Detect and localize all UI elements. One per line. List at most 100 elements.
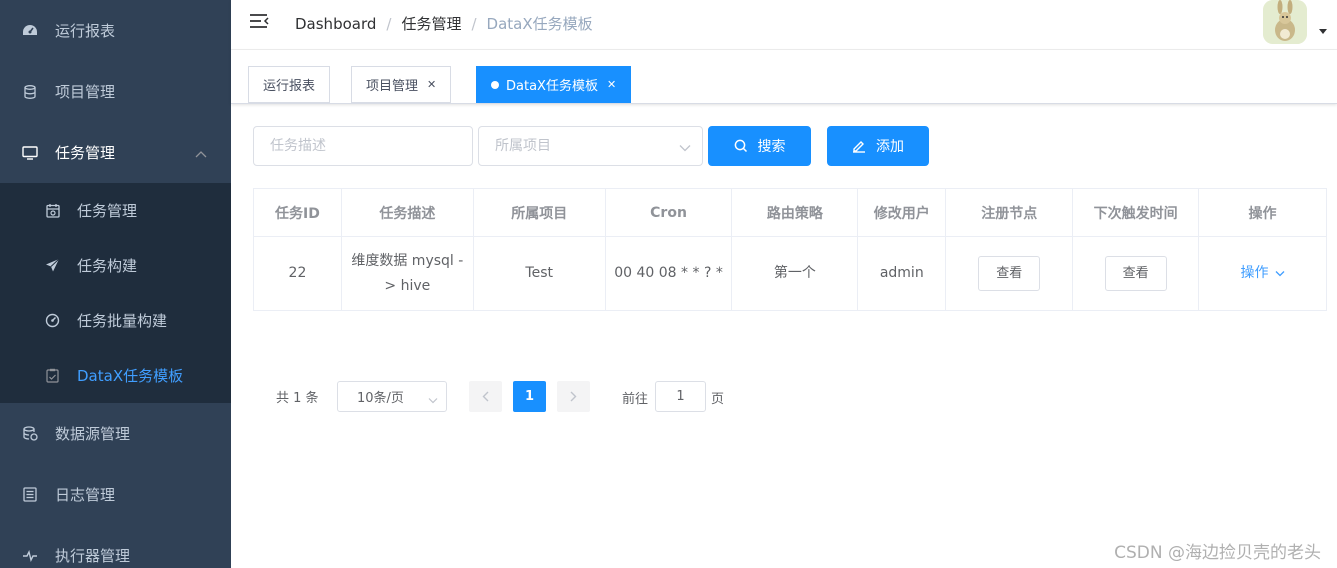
sidebar-item-logs[interactable]: 日志管理	[0, 464, 231, 525]
breadcrumb-item-dashboard[interactable]: Dashboard	[295, 15, 376, 33]
sidebar-item-tasks[interactable]: 任务管理	[0, 122, 231, 183]
tag-dashboard[interactable]: 运行报表	[248, 66, 331, 103]
column-header: Cron	[604, 188, 733, 237]
page-size-value: 10条/页	[357, 391, 404, 406]
prev-page-button[interactable]	[469, 381, 502, 412]
tag-label: 项目管理	[366, 79, 419, 94]
column-header: 任务描述	[340, 188, 474, 237]
project-select-input[interactable]	[478, 126, 703, 166]
sidebar-subitem-task-manage[interactable]: 任务管理	[0, 183, 231, 238]
sidebar-item-label: 运行报表	[55, 22, 116, 40]
sidebar-item-label: 任务管理	[55, 144, 116, 162]
avatar[interactable]	[1263, 0, 1307, 44]
goto-prefix: 前往	[622, 392, 649, 407]
cell-next-trigger: 查看	[1072, 236, 1200, 311]
sidebar-item-label: 任务构建	[77, 257, 138, 275]
chevron-up-icon	[195, 146, 207, 162]
table-row: 22 维度数据 mysql -> hive Test 00 40 08 * * …	[253, 236, 1327, 311]
view-next-trigger-button[interactable]: 查看	[1104, 256, 1167, 291]
calendar-icon	[45, 203, 60, 218]
next-page-button[interactable]	[557, 381, 590, 412]
clipboard-icon	[45, 368, 60, 383]
cell-project: Test	[472, 236, 606, 311]
column-header: 所属项目	[472, 188, 606, 237]
sidebar-subitem-task-build[interactable]: 任务构建	[0, 238, 231, 293]
close-icon[interactable]: ✕	[427, 78, 436, 91]
send-icon	[45, 258, 60, 273]
sidebar: 运行报表 项目管理 任务管理 任务管理 任务构建 任务批量构建 DataX任务模…	[0, 0, 231, 568]
submenu-tasks: 任务管理 任务构建 任务批量构建 DataX任务模板	[0, 183, 231, 403]
breadcrumb-item-tasks[interactable]: 任务管理	[401, 13, 461, 34]
active-dot-icon	[491, 80, 499, 89]
breadcrumb-separator: /	[386, 14, 392, 33]
cell-task-desc: 维度数据 mysql -> hive	[340, 236, 474, 311]
tag-label: 运行报表	[263, 79, 316, 94]
tag-datax-template[interactable]: DataX任务模板 ✕	[476, 66, 632, 103]
task-desc-input[interactable]	[253, 126, 473, 166]
sidebar-item-label: 日志管理	[55, 486, 116, 504]
operations-dropdown[interactable]: 操作	[1241, 261, 1285, 286]
pagination-total: 共 1 条	[276, 391, 319, 406]
cell-task-id: 22	[253, 236, 342, 311]
chevron-down-icon	[679, 140, 691, 156]
add-button[interactable]: 添加	[827, 126, 929, 166]
tags-view: 运行报表 项目管理 ✕ DataX任务模板 ✕	[231, 50, 1337, 104]
chevron-left-icon	[482, 391, 489, 402]
document-icon	[22, 487, 38, 503]
search-button[interactable]: 搜索	[708, 126, 811, 166]
sidebar-subitem-task-batch-build[interactable]: 任务批量构建	[0, 293, 231, 348]
cell-modify-user: admin	[857, 236, 947, 311]
sidebar-item-dashboard[interactable]: 运行报表	[0, 0, 231, 61]
project-select[interactable]	[478, 126, 703, 166]
cell-route-strategy: 第一个	[731, 236, 859, 311]
edit-icon	[852, 139, 866, 153]
monitor-icon	[22, 145, 38, 161]
column-header: 注册节点	[945, 188, 1074, 237]
close-icon[interactable]: ✕	[607, 78, 616, 91]
column-header: 修改用户	[857, 188, 947, 237]
view-registry-button[interactable]: 查看	[978, 256, 1041, 291]
goto-page-input[interactable]	[655, 381, 706, 412]
top-navbar: Dashboard / 任务管理 / DataX任务模板	[231, 0, 1337, 50]
tag-projects[interactable]: 项目管理 ✕	[351, 66, 452, 103]
column-header: 下次触发时间	[1072, 188, 1200, 237]
sidebar-item-projects[interactable]: 项目管理	[0, 61, 231, 122]
table-header-row: 任务ID 任务描述 所属项目 Cron 路由策略 修改用户 注册节点 下次触发时…	[253, 188, 1327, 237]
sidebar-item-datasource[interactable]: 数据源管理	[0, 403, 231, 464]
breadcrumb: Dashboard / 任务管理 / DataX任务模板	[295, 13, 593, 34]
database-icon	[22, 84, 38, 100]
sidebar-item-label: 任务批量构建	[77, 312, 168, 330]
column-header: 操作	[1198, 188, 1327, 237]
add-button-label: 添加	[876, 139, 904, 155]
caret-down-icon[interactable]	[1319, 29, 1327, 34]
goto-suffix: 页	[711, 392, 725, 407]
search-icon	[734, 139, 748, 153]
datasource-icon	[22, 426, 38, 442]
sidebar-item-label: 执行器管理	[55, 547, 131, 565]
sidebar-item-executors[interactable]: 执行器管理	[0, 525, 231, 568]
chevron-right-icon	[570, 391, 577, 402]
executor-icon	[22, 548, 38, 564]
cell-registry-node: 查看	[945, 236, 1074, 311]
task-template-table: 任务ID 任务描述 所属项目 Cron 路由策略 修改用户 注册节点 下次触发时…	[253, 188, 1327, 311]
column-header: 任务ID	[253, 188, 342, 237]
sidebar-item-label: 数据源管理	[55, 425, 131, 443]
sidebar-item-label: 项目管理	[55, 83, 116, 101]
page-size-select[interactable]: 10条/页	[337, 381, 447, 412]
chevron-down-icon	[1275, 270, 1285, 277]
chevron-down-icon	[428, 393, 438, 408]
sidebar-subitem-datax-template[interactable]: DataX任务模板	[0, 348, 231, 403]
cell-cron: 00 40 08 * * ? *	[604, 236, 733, 311]
page-number-current[interactable]: 1	[513, 381, 546, 412]
watermark: CSDN @海边捡贝壳的老头	[1114, 543, 1321, 563]
search-button-label: 搜索	[757, 139, 786, 155]
sidebar-item-label: 任务管理	[77, 202, 138, 220]
gauge-icon	[45, 313, 60, 328]
sidebar-item-label: DataX任务模板	[77, 367, 184, 385]
column-header: 路由策略	[731, 188, 859, 237]
hamburger-icon[interactable]	[249, 12, 269, 32]
tag-label: DataX任务模板	[506, 79, 598, 94]
dashboard-icon	[22, 23, 38, 39]
breadcrumb-item-current: DataX任务模板	[486, 15, 593, 33]
cell-operations: 操作	[1198, 236, 1327, 311]
